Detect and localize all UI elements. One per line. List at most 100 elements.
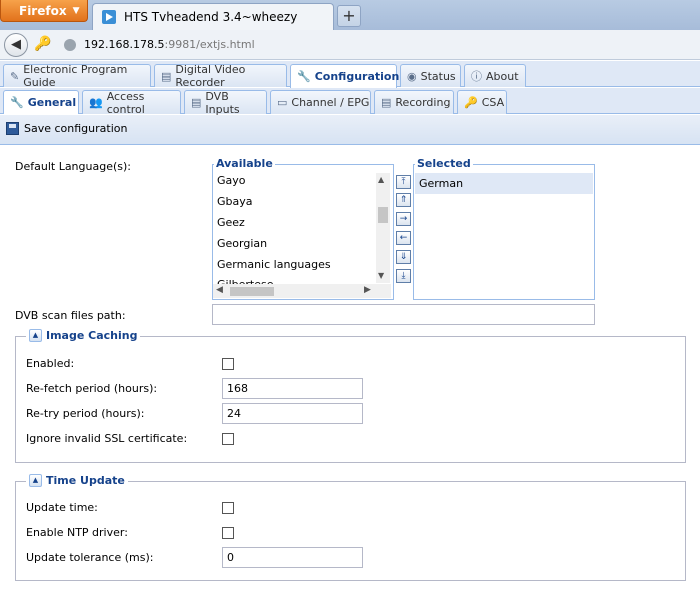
move-top-button[interactable]: ⤒: [396, 175, 411, 189]
floppy-disk-icon: [6, 122, 19, 135]
default-language-label: Default Language(s):: [15, 160, 131, 173]
scroll-thumb[interactable]: [378, 207, 388, 223]
subtab-csa[interactable]: 🔑 CSA: [457, 90, 507, 114]
key-icon: 🔑: [464, 96, 478, 109]
subtab-access-control[interactable]: 👥 Access control: [82, 89, 181, 116]
list-item[interactable]: Gbaya: [214, 191, 376, 212]
chevron-up-icon[interactable]: ▲: [378, 175, 384, 184]
refetch-period-input[interactable]: 168: [222, 378, 363, 399]
url-bar[interactable]: 192.168.178.5:9981/extjs.html: [84, 38, 255, 51]
browser-title-bar: Firefox ▼ HTS Tvheadend 3.4~wheezy +: [0, 0, 700, 30]
refetch-period-label: Re-fetch period (hours):: [26, 382, 158, 395]
tab-configuration-label: Configuration: [314, 70, 400, 83]
ignore-ssl-label: Ignore invalid SSL certificate:: [26, 432, 188, 445]
scroll-thumb[interactable]: [230, 287, 274, 296]
chevron-right-icon[interactable]: ▶: [364, 285, 371, 295]
retry-period-label: Re-try period (hours):: [26, 407, 145, 420]
subtab-access-control-label: Access control: [106, 89, 145, 116]
tab-status[interactable]: ◉ Status: [400, 64, 461, 87]
browser-tab[interactable]: HTS Tvheadend 3.4~wheezy: [92, 3, 334, 30]
subtab-channel-epg-label: Channel / EPG: [291, 96, 370, 109]
users-icon: 👥: [89, 96, 103, 109]
horizontal-scrollbar[interactable]: ◀ ▶: [213, 284, 391, 298]
browser-nav-bar: ◀ 🔑 192.168.178.5:9981/extjs.html: [0, 30, 700, 60]
back-button[interactable]: ◀: [4, 33, 28, 57]
ntp-driver-checkbox[interactable]: [222, 527, 234, 539]
image-caching-enabled-checkbox[interactable]: [222, 358, 234, 370]
subtab-channel-epg[interactable]: ▭ Channel / EPG: [270, 90, 371, 114]
chevron-left-icon[interactable]: ◀: [216, 285, 223, 295]
tab-status-label: Status: [420, 69, 456, 83]
tv-icon: ▭: [277, 96, 288, 109]
selected-title: Selected: [415, 157, 473, 170]
subtab-dvb-inputs-label: DVB Inputs: [205, 89, 240, 116]
subtab-dvb-inputs[interactable]: ▤ DVB Inputs: [184, 89, 267, 116]
move-bottom-button[interactable]: ⤓: [396, 269, 411, 283]
tab-configuration[interactable]: 🔧 Configuration: [290, 64, 400, 88]
move-up-button[interactable]: ⇑: [396, 193, 411, 207]
new-tab-button[interactable]: +: [337, 5, 361, 27]
update-time-label: Update time:: [26, 501, 98, 514]
firefox-menu-label: Firefox: [19, 3, 67, 18]
dvb-scan-path-label: DVB scan files path:: [15, 309, 126, 322]
list-item[interactable]: Georgian: [214, 233, 376, 254]
chevron-down-icon: ▼: [72, 5, 80, 16]
tab-about-label: About: [486, 69, 519, 83]
image-caching-legend: ▲ Image Caching: [26, 329, 141, 342]
subtab-general-label: General: [27, 96, 77, 109]
info-icon: ⓘ: [471, 70, 482, 83]
wrench-icon: 🔧: [10, 96, 24, 109]
update-time-checkbox[interactable]: [222, 502, 234, 514]
vertical-scrollbar[interactable]: ▲ ▼: [376, 173, 390, 283]
tab-dvr[interactable]: ▤ Digital Video Recorder: [154, 63, 287, 89]
save-configuration-label: Save configuration: [24, 122, 128, 135]
eye-icon: ◉: [407, 69, 417, 83]
subtab-csa-label: CSA: [481, 96, 505, 109]
tab-epg[interactable]: ✎ Electronic Program Guide: [3, 63, 151, 89]
update-tolerance-input[interactable]: 0: [222, 547, 363, 568]
tab-epg-label: Electronic Program Guide: [23, 63, 128, 89]
globe-icon[interactable]: [64, 39, 76, 51]
list-item[interactable]: Geez: [214, 212, 376, 233]
dvb-scan-path-input[interactable]: [212, 304, 595, 325]
time-update-legend: ▲ Time Update: [26, 474, 128, 487]
main-tab-strip: ✎ Electronic Program Guide ▤ Digital Vid…: [0, 61, 700, 89]
selected-languages-list[interactable]: Selected German: [413, 157, 595, 300]
list-item[interactable]: Gayo: [214, 170, 376, 191]
chevron-down-icon[interactable]: ▼: [378, 271, 384, 280]
available-title: Available: [214, 157, 275, 170]
save-configuration-button[interactable]: Save configuration: [6, 122, 127, 135]
tag-icon: ✎: [10, 69, 20, 83]
subtab-recording[interactable]: ▤ Recording: [374, 90, 454, 114]
url-path: :9981/extjs.html: [164, 38, 255, 51]
subtab-recording-label: Recording: [395, 96, 451, 109]
image-caching-title: Image Caching: [46, 329, 138, 342]
film-icon: ▤: [161, 69, 172, 83]
config-tab-strip: 🔧 General 👥 Access control ▤ DVB Inputs …: [0, 88, 700, 116]
collapse-icon[interactable]: ▲: [29, 329, 42, 342]
update-tolerance-label: Update tolerance (ms):: [26, 551, 154, 564]
tab-dvr-label: Digital Video Recorder: [175, 63, 246, 89]
wrench-icon: 🔧: [297, 70, 311, 83]
subtab-general[interactable]: 🔧 General: [3, 90, 79, 114]
add-selected-button[interactable]: →: [396, 212, 411, 226]
retry-period-input[interactable]: 24: [222, 403, 363, 424]
remove-selected-button[interactable]: ←: [396, 231, 411, 245]
film-icon: ▤: [191, 96, 202, 109]
move-down-button[interactable]: ⇓: [396, 250, 411, 264]
ntp-driver-label: Enable NTP driver:: [26, 526, 128, 539]
ignore-ssl-checkbox[interactable]: [222, 433, 234, 445]
time-update-title: Time Update: [46, 474, 125, 487]
firefox-menu-button[interactable]: Firefox ▼: [0, 0, 88, 22]
tvheadend-favicon-icon: [102, 10, 116, 24]
tab-about[interactable]: ⓘ About: [464, 64, 526, 87]
list-item[interactable]: Germanic languages: [214, 254, 376, 275]
url-host: 192.168.178.5: [84, 38, 165, 51]
browser-tab-title: HTS Tvheadend 3.4~wheezy: [124, 10, 298, 24]
available-languages-list[interactable]: Available Gayo Gbaya Geez Georgian Germa…: [212, 157, 394, 300]
list-item[interactable]: German: [415, 173, 593, 194]
key-icon[interactable]: 🔑: [34, 36, 51, 52]
image-caching-enabled-label: Enabled:: [26, 357, 75, 370]
collapse-icon[interactable]: ▲: [29, 474, 42, 487]
film-icon: ▤: [381, 96, 392, 109]
